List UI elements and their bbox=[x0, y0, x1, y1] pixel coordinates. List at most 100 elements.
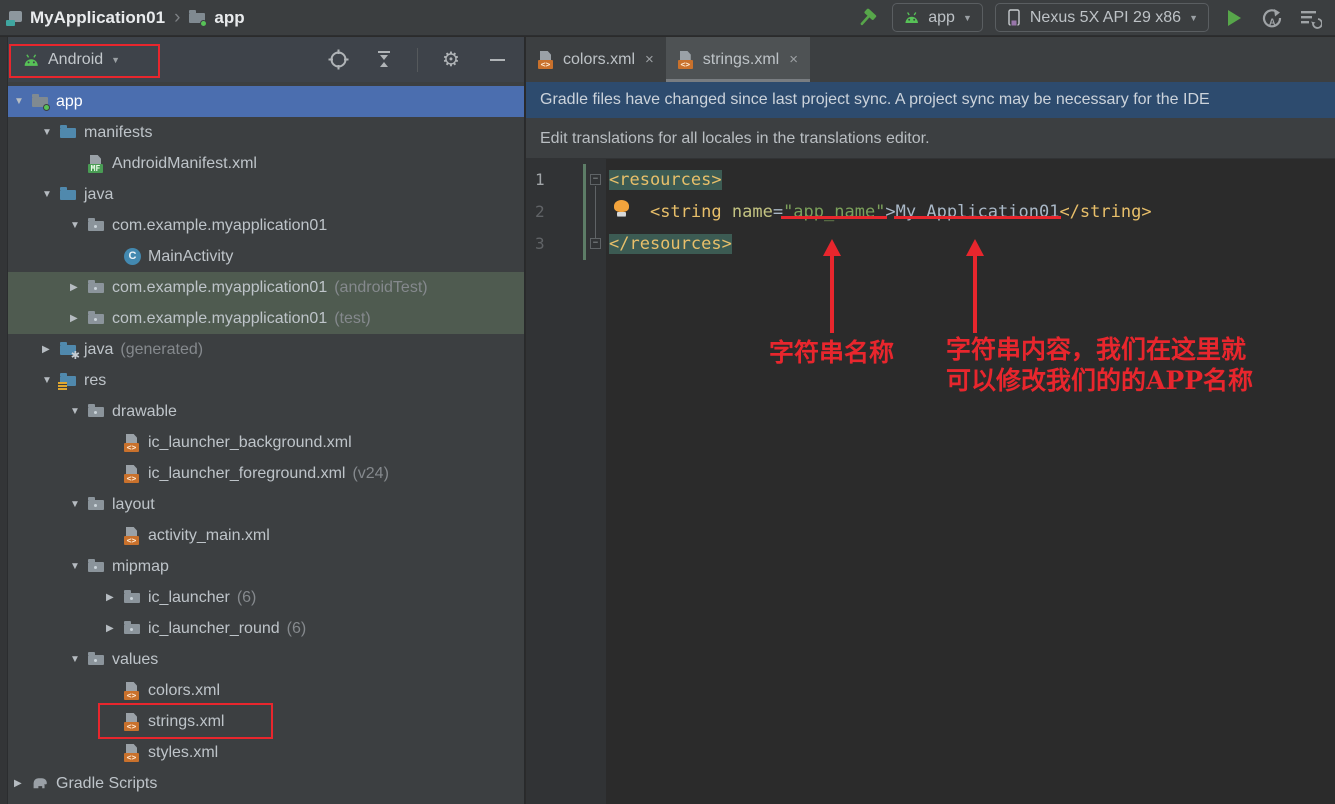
expanded-arrow-icon[interactable]: ▼ bbox=[70, 499, 88, 510]
tree-label: values bbox=[112, 650, 159, 668]
tree-label: AndroidManifest.xml bbox=[112, 154, 257, 172]
package-folder-icon bbox=[88, 279, 105, 296]
tree-label: ic_launcher_background.xml bbox=[148, 433, 352, 451]
close-tab-icon[interactable]: × bbox=[645, 51, 654, 68]
tree-row-com-example-myapplication01[interactable]: ▼ com.example.myapplication01 bbox=[8, 210, 524, 241]
project-view-label: Android bbox=[48, 50, 104, 68]
breadcrumb-project[interactable]: MyApplication01 bbox=[30, 8, 165, 28]
translations-notification[interactable]: Edit translations for all locales in the… bbox=[526, 118, 1335, 159]
line-number: 3 bbox=[535, 234, 545, 253]
code-token: > bbox=[885, 202, 896, 222]
tree-row-values[interactable]: ▼ values bbox=[8, 644, 524, 675]
expanded-arrow-icon[interactable]: ▼ bbox=[70, 220, 88, 231]
tree-row-gradle-scripts[interactable]: ▶ Gradle Scripts bbox=[8, 768, 524, 799]
chevron-down-icon: ▼ bbox=[1189, 12, 1198, 23]
expanded-arrow-icon[interactable]: ▼ bbox=[70, 654, 88, 665]
tree-label: manifests bbox=[84, 123, 153, 141]
tree-row-com-example-myapplication01[interactable]: ▶ com.example.myapplication01 (androidTest… bbox=[8, 272, 524, 303]
tree-row-strings-xml[interactable]: <> strings.xml bbox=[8, 703, 524, 739]
gradle-sync-notification[interactable]: Gradle files have changed since last pro… bbox=[526, 82, 1335, 118]
tab-strings-xml[interactable]: <> strings.xml × bbox=[665, 37, 810, 82]
expanded-arrow-icon[interactable]: ▼ bbox=[42, 189, 60, 200]
tree-label: styles.xml bbox=[148, 743, 219, 761]
collapsed-arrow-icon[interactable]: ▶ bbox=[14, 778, 32, 789]
collapsed-arrow-icon[interactable]: ▶ bbox=[106, 623, 124, 634]
code-token: <resources> bbox=[609, 170, 722, 190]
build-hammer-icon[interactable] bbox=[854, 5, 880, 31]
tree-label: ic_launcher_round bbox=[148, 619, 280, 637]
expanded-arrow-icon[interactable]: ▼ bbox=[14, 96, 32, 107]
apply-changes-icon[interactable]: A bbox=[1259, 5, 1285, 31]
code-line-3[interactable]: 3 </resources> bbox=[526, 228, 1335, 260]
code-token: </resources> bbox=[609, 234, 732, 254]
tab-label: strings.xml bbox=[702, 50, 780, 68]
tree-row-com-example-myapplication01[interactable]: ▶ com.example.myapplication01 (test) bbox=[8, 303, 524, 334]
tree-suffix: (6) bbox=[236, 588, 257, 606]
expanded-arrow-icon[interactable]: ▼ bbox=[42, 127, 60, 138]
tree-label: MainActivity bbox=[148, 247, 234, 265]
collapsed-arrow-icon[interactable]: ▶ bbox=[70, 282, 88, 293]
intention-bulb-icon[interactable] bbox=[614, 200, 629, 216]
annotation-string-name: 字符串名称 bbox=[769, 338, 895, 367]
svg-text:A: A bbox=[1269, 17, 1276, 27]
tree-row-mipmap[interactable]: ▼ mipmap bbox=[8, 551, 524, 582]
device-label: Nexus 5X API 29 x86 bbox=[1029, 8, 1182, 26]
tree-suffix: (v24) bbox=[352, 464, 389, 482]
tree-row-res[interactable]: ▼ res bbox=[8, 365, 524, 396]
code-token: "app_name" bbox=[783, 202, 886, 222]
apply-code-changes-icon[interactable] bbox=[1297, 5, 1323, 31]
editor-tabs: <> colors.xml × <> strings.xml × bbox=[526, 37, 1335, 82]
code-token: = bbox=[772, 202, 784, 222]
project-view-selector[interactable]: Android ▼ bbox=[22, 51, 120, 69]
main-toolbar: MyApplication01 › app app ▼ Nexus 5X API… bbox=[0, 0, 1335, 36]
run-configuration-select[interactable]: app ▼ bbox=[892, 3, 983, 32]
code-token: name bbox=[731, 202, 773, 222]
tree-row-styles-xml[interactable]: <> styles.xml bbox=[8, 737, 524, 768]
expanded-arrow-icon[interactable]: ▼ bbox=[70, 561, 88, 572]
tree-row-ic-launcher-round[interactable]: ▶ ic_launcher_round (6) bbox=[8, 613, 524, 644]
tab-colors-xml[interactable]: <> colors.xml × bbox=[526, 37, 666, 82]
collapsed-arrow-icon[interactable]: ▶ bbox=[106, 592, 124, 603]
xml-file-icon: <> bbox=[677, 51, 695, 69]
close-tab-icon[interactable]: × bbox=[789, 51, 798, 68]
tree-row-app[interactable]: ▼ app bbox=[8, 86, 524, 117]
tree-row-manifests[interactable]: ▼ manifests bbox=[8, 117, 524, 148]
tree-row-mainactivity[interactable]: C MainActivity bbox=[8, 241, 524, 272]
tree-row-layout[interactable]: ▼ layout bbox=[8, 489, 524, 520]
tree-label: com.example.myapplication01 bbox=[112, 216, 328, 234]
folder-gray-icon bbox=[88, 403, 105, 420]
tool-window-stripe bbox=[0, 37, 8, 804]
tree-row-activity-main-xml[interactable]: <> activity_main.xml bbox=[8, 520, 524, 551]
fold-marker-icon[interactable]: − bbox=[590, 238, 601, 249]
xml-file-icon: <> bbox=[538, 51, 555, 69]
hide-panel-icon[interactable] bbox=[484, 47, 510, 73]
code-editor[interactable]: − − 1 <resources> 2 <string name="app_name… bbox=[526, 159, 1335, 804]
collapsed-arrow-icon[interactable]: ▶ bbox=[70, 313, 88, 324]
project-icon bbox=[6, 10, 22, 26]
tree-label: activity_main.xml bbox=[148, 526, 270, 544]
settings-gear-icon[interactable]: ⚙ bbox=[438, 47, 464, 73]
tree-row-ic-launcher-foreground-xml[interactable]: <> ic_launcher_foreground.xml (v24) bbox=[8, 458, 524, 489]
code-line-2[interactable]: 2 <string name="app_name">My Application… bbox=[526, 196, 1335, 228]
tree-row-drawable[interactable]: ▼ drawable bbox=[8, 396, 524, 427]
tree-row-ic-launcher[interactable]: ▶ ic_launcher (6) bbox=[8, 582, 524, 613]
folder-gray-icon bbox=[88, 558, 105, 575]
expanded-arrow-icon[interactable]: ▼ bbox=[70, 406, 88, 417]
breadcrumb-module[interactable]: app bbox=[214, 8, 244, 28]
locate-file-icon[interactable] bbox=[325, 47, 351, 73]
collapsed-arrow-icon[interactable]: ▶ bbox=[42, 344, 60, 355]
tree-row-java[interactable]: ▶ ✱ java (generated) bbox=[8, 334, 524, 365]
run-button[interactable] bbox=[1221, 5, 1247, 31]
tree-row-androidmanifest-xml[interactable]: MF AndroidManifest.xml bbox=[8, 148, 524, 179]
tree-row-java[interactable]: ▼ java bbox=[8, 179, 524, 210]
tree-row-ic-launcher-background-xml[interactable]: <> ic_launcher_background.xml bbox=[8, 427, 524, 458]
code-line-1[interactable]: 1 <resources> bbox=[526, 164, 1335, 196]
device-select[interactable]: Nexus 5X API 29 x86 ▼ bbox=[994, 3, 1209, 32]
folder-gray-icon bbox=[124, 620, 141, 637]
fold-marker-icon[interactable]: − bbox=[590, 174, 601, 185]
collapse-all-icon[interactable] bbox=[371, 47, 397, 73]
run-configuration-label: app bbox=[928, 8, 955, 26]
tree-label: res bbox=[84, 371, 107, 389]
generated-folder-icon: ✱ bbox=[60, 341, 80, 362]
tree-row-colors-xml[interactable]: <> colors.xml bbox=[8, 675, 524, 706]
